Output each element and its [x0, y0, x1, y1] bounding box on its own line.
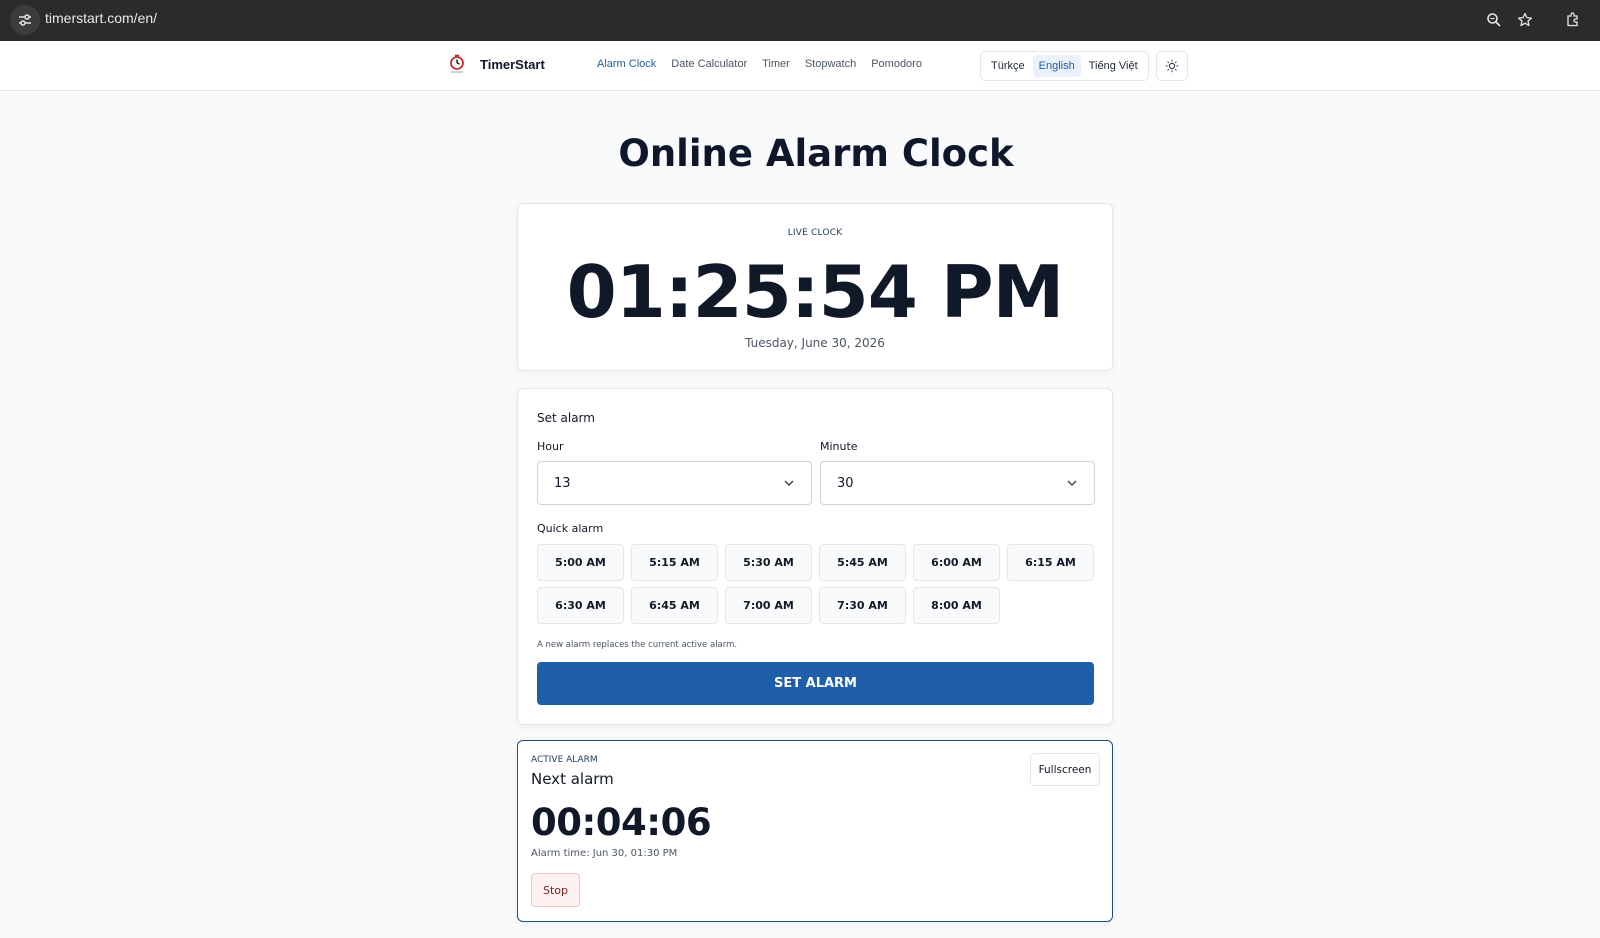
quick-alarm-button[interactable]: 7:00 AM [725, 587, 812, 624]
hour-select-value: 13 [554, 475, 571, 491]
set-alarm-card: Set alarm Hour 13 Minute 30 Quick alarm … [517, 388, 1113, 725]
next-alarm-title: Next alarm [531, 770, 614, 788]
star-icon[interactable] [1513, 8, 1537, 32]
site-info-icon[interactable] [10, 5, 40, 35]
live-clock-time: 01:25:54 PM [566, 250, 1065, 334]
nav-timer[interactable]: Timer [762, 58, 790, 70]
quick-alarm-button[interactable]: 6:45 AM [631, 587, 718, 624]
theme-toggle-button[interactable] [1156, 51, 1188, 81]
active-alarm-label: ACTIVE ALARM [531, 755, 598, 765]
hour-select[interactable]: 13 [537, 461, 812, 505]
quick-alarm-button[interactable]: 7:30 AM [819, 587, 906, 624]
fullscreen-button[interactable]: Fullscreen [1030, 753, 1100, 786]
lang-turkish[interactable]: Türkçe [985, 55, 1031, 77]
quick-alarm-button[interactable]: 6:30 AM [537, 587, 624, 624]
live-clock-card: LIVE CLOCK 01:25:54 PM Tuesday, June 30,… [517, 203, 1113, 371]
quick-alarm-button[interactable]: 5:00 AM [537, 544, 624, 581]
stop-alarm-button[interactable]: Stop [531, 873, 580, 907]
chevron-down-icon [784, 480, 794, 486]
chevron-down-icon [1067, 480, 1077, 486]
page-title: Online Alarm Clock [618, 132, 1014, 175]
live-clock-label: LIVE CLOCK [787, 228, 843, 238]
address-bar-url[interactable]: timerstart.com/en/ [45, 10, 157, 26]
nav-stopwatch[interactable]: Stopwatch [805, 58, 856, 70]
nav-alarm-clock[interactable]: Alarm Clock [597, 58, 656, 70]
logo-icon[interactable] [446, 53, 470, 77]
lang-english[interactable]: English [1032, 55, 1081, 77]
quick-alarm-button[interactable]: 5:15 AM [631, 544, 718, 581]
quick-alarm-grid: 5:00 AM 5:15 AM 5:30 AM 5:45 AM 6:00 AM … [537, 544, 1094, 624]
browser-bar: timerstart.com/en/ [0, 0, 1600, 41]
quick-alarm-button[interactable]: 6:00 AM [913, 544, 1000, 581]
minute-label: Minute [820, 440, 858, 453]
quick-alarm-button[interactable]: 6:15 AM [1007, 544, 1094, 581]
sun-icon [1165, 59, 1179, 73]
lang-vietnamese[interactable]: Tiếng Việt [1083, 55, 1144, 77]
set-alarm-button[interactable]: SET ALARM [537, 662, 1094, 705]
logo-text[interactable]: TimerStart [480, 57, 545, 72]
minute-select-value: 30 [837, 475, 854, 491]
quick-alarm-button[interactable]: 8:00 AM [913, 587, 1000, 624]
site-header: TimerStart Alarm Clock Date Calculator T… [0, 41, 1600, 91]
language-switcher: Türkçe English Tiếng Việt [980, 51, 1149, 81]
main-nav: Alarm Clock Date Calculator Timer Stopwa… [597, 58, 922, 70]
hour-label: Hour [537, 440, 564, 453]
quick-alarm-button[interactable]: 5:30 AM [725, 544, 812, 581]
alarm-countdown: 00:04:06 [531, 801, 712, 844]
live-clock-date: Tuesday, June 30, 2026 [745, 336, 885, 350]
quick-alarm-button[interactable]: 5:45 AM [819, 544, 906, 581]
alarm-time-text: Alarm time: Jun 30, 01:30 PM [531, 848, 678, 859]
alarm-hint-text: A new alarm replaces the current active … [537, 640, 738, 650]
quick-alarm-label: Quick alarm [537, 522, 604, 535]
nav-pomodoro[interactable]: Pomodoro [871, 58, 922, 70]
zoom-icon[interactable] [1482, 8, 1506, 32]
active-alarm-card: ACTIVE ALARM Next alarm Fullscreen 00:04… [517, 740, 1113, 922]
nav-date-calculator[interactable]: Date Calculator [671, 58, 747, 70]
set-alarm-title: Set alarm [537, 411, 595, 425]
minute-select[interactable]: 30 [820, 461, 1095, 505]
extensions-icon[interactable] [1561, 8, 1585, 32]
